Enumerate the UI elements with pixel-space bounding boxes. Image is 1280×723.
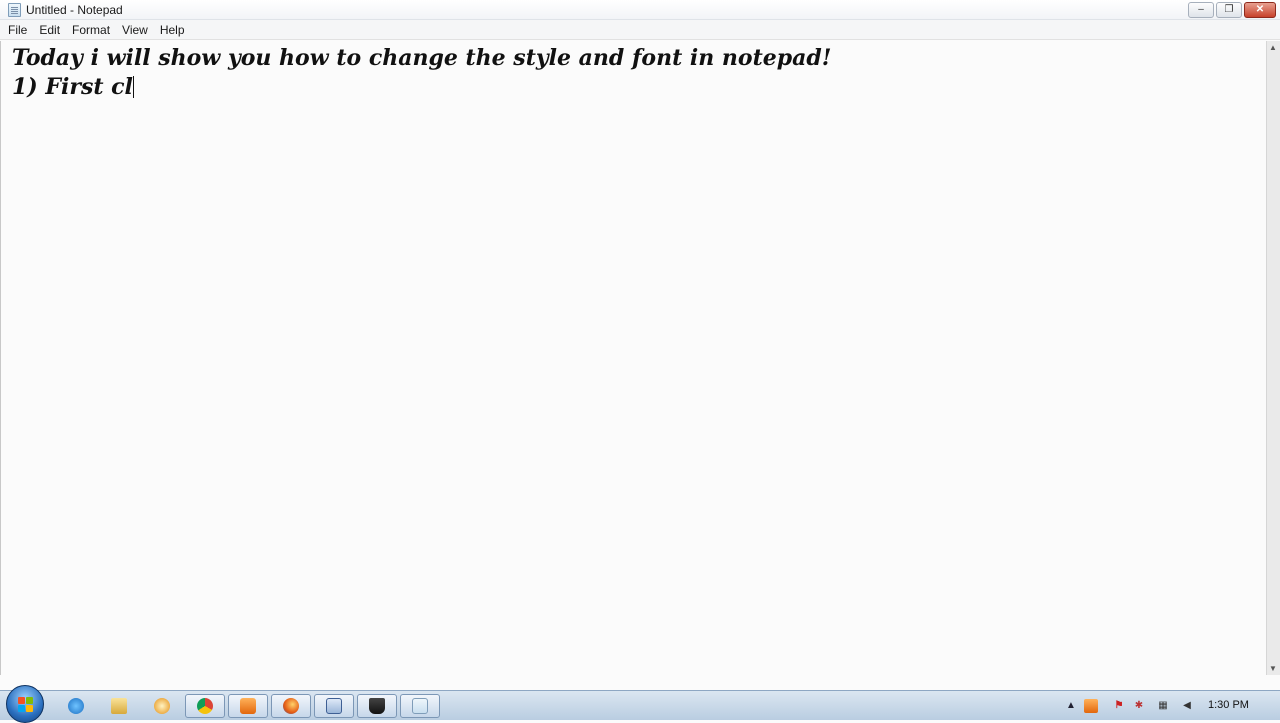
action-center-icon[interactable]: ⚑: [1112, 699, 1126, 713]
menu-file[interactable]: File: [2, 21, 33, 39]
media-player-icon: [154, 698, 170, 714]
tray-app-icon[interactable]: [1084, 699, 1098, 713]
chrome-icon: [197, 698, 213, 714]
start-button[interactable]: [6, 685, 44, 723]
editor-line-2: 1) First cl: [12, 74, 134, 100]
notepad-icon: [412, 698, 428, 714]
taskbar: ▲ ⚑ ✱ ▦ ◀ 1:30 PM: [0, 685, 1280, 723]
windows-logo-icon: [18, 697, 34, 713]
word-icon: [326, 698, 342, 714]
taskbar-media-button[interactable]: [142, 694, 182, 718]
notepad-icon: [8, 3, 21, 17]
editor-line-1-text: Today i will show you how to change the …: [12, 45, 832, 71]
orange-app-icon: [240, 698, 256, 714]
title-bar: Untitled - Notepad – ❐ ✕: [0, 0, 1280, 20]
taskbar-firefox-button[interactable]: [271, 694, 311, 718]
security-icon[interactable]: ✱: [1132, 699, 1146, 713]
menu-view[interactable]: View: [116, 21, 154, 39]
folder-icon: [111, 698, 127, 714]
taskbar-hat-app-button[interactable]: [357, 694, 397, 718]
menu-bar: File Edit Format View Help: [0, 20, 1280, 40]
maximize-button[interactable]: ❐: [1216, 2, 1242, 18]
text-caret: [132, 76, 134, 98]
show-hidden-icons-icon[interactable]: ▲: [1064, 699, 1078, 713]
editor-line-1: Today i will show you how to change the …: [12, 45, 831, 71]
close-button[interactable]: ✕: [1244, 2, 1276, 18]
clock[interactable]: 1:30 PM: [1208, 699, 1249, 711]
taskbar-ie-button[interactable]: [56, 694, 96, 718]
scroll-down-icon[interactable]: ▼: [1269, 664, 1277, 673]
minimize-button[interactable]: –: [1188, 2, 1214, 18]
internet-explorer-icon: [68, 698, 84, 714]
volume-icon[interactable]: ◀: [1180, 699, 1194, 713]
vertical-scrollbar[interactable]: ▲ ▼: [1266, 41, 1280, 675]
window-title: Untitled - Notepad: [26, 3, 123, 17]
menu-format[interactable]: Format: [66, 21, 116, 39]
taskbar-chrome-button[interactable]: [185, 694, 225, 718]
taskbar-orange-app-button[interactable]: [228, 694, 268, 718]
network-icon[interactable]: ▦: [1156, 699, 1170, 713]
hat-app-icon: [369, 698, 385, 714]
text-editor[interactable]: Today i will show you how to change the …: [0, 41, 1266, 675]
scroll-up-icon[interactable]: ▲: [1269, 43, 1277, 52]
firefox-icon: [283, 698, 299, 714]
menu-edit[interactable]: Edit: [33, 21, 66, 39]
taskbar-notepad-button[interactable]: [400, 694, 440, 718]
editor-line-2-text: 1) First cl: [12, 74, 133, 100]
taskbar-explorer-button[interactable]: [99, 694, 139, 718]
menu-help[interactable]: Help: [154, 21, 191, 39]
taskbar-word-button[interactable]: [314, 694, 354, 718]
